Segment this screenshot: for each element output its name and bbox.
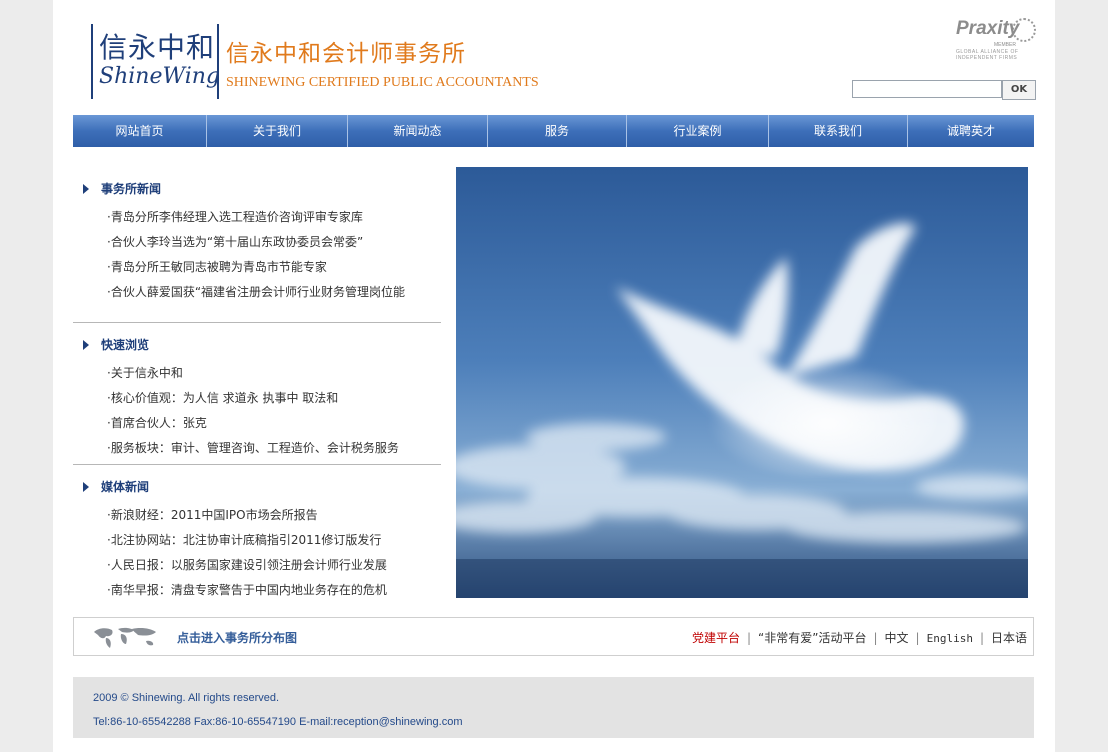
media-item[interactable]: ·北注协网站：北注协审计底稿指引2011修订版发行 [107,531,381,548]
section-news-title: 事务所新闻 [101,182,162,196]
nav-item-services[interactable]: 服务 [488,115,627,147]
news-item[interactable]: ·合伙人薛爱国获“福建省注册会计师行业财务管理岗位能 [107,283,405,300]
section-media-heading[interactable]: 媒体新闻 [83,478,149,495]
quick-item[interactable]: ·服务板块：审计、管理咨询、工程造价、会计税务服务 [107,439,399,456]
footer-contact: Tel:86-10-65542288 Fax:86-10-65547190 E-… [93,716,463,728]
section-quick-heading[interactable]: 快速浏览 [83,336,149,353]
firm-name-english: SHINEWING CERTIFIED PUBLIC ACCOUNTANTS [226,75,539,90]
praxity-member: MEMBER [994,42,1016,48]
nav-item-home[interactable]: 网站首页 [73,115,207,147]
praxity-name: Praxity [956,18,1020,39]
lang-english-link[interactable]: English [927,632,973,645]
separator: | [979,631,984,645]
praxity-tagline: GLOBAL ALLIANCE OF INDEPENDENT FIRMS [956,49,1018,61]
news-item[interactable]: ·青岛分所王敏同志被聘为青岛市节能专家 [107,258,327,275]
separator: | [915,631,920,645]
map-bar: 点击进入事务所分布图 党建平台 | “非常有爱”活动平台 | 中文 | English | 日本… [73,617,1034,656]
lang-japanese-link[interactable]: 日本语 [991,631,1027,645]
arrow-right-icon [83,184,89,194]
nav-item-news[interactable]: 新闻动态 [348,115,488,147]
nav-item-careers[interactable]: 诚聘英才 [908,115,1034,147]
shinewing-logo[interactable]: 信永中和 ShineWing [91,24,220,99]
media-item[interactable]: ·新浪财经：2011中国IPO市场会所报告 [107,506,318,523]
party-platform-link[interactable]: 党建平台 [692,631,740,645]
branch-map-link[interactable]: 点击进入事务所分布图 [177,629,297,646]
section-media-title: 媒体新闻 [101,480,150,494]
lang-chinese-link[interactable]: 中文 [885,631,909,645]
sky-bird-cloud-photo [456,167,1028,598]
media-item[interactable]: ·人民日报：以服务国家建设引领注册会计师行业发展 [107,556,387,573]
arrow-right-icon [83,482,89,492]
arrow-right-icon [83,340,89,350]
footer: 2009 © Shinewing. All rights reserved. T… [73,677,1034,738]
divider [73,322,441,323]
news-item[interactable]: ·合伙人李玲当选为“第十届山东政协委员会常委” [107,233,363,250]
quick-item[interactable]: ·核心价值观：为人信 求道永 执事中 取法和 [107,389,338,406]
praxity-logo[interactable]: Praxity MEMBER GLOBAL ALLIANCE OF INDEPE… [950,18,1036,64]
media-item[interactable]: ·南华早报：清盘专家警告于中国内地业务存在的危机 [107,581,387,598]
platform-links: 党建平台 | “非常有爱”活动平台 | 中文 | English | 日本语 [692,629,1027,646]
world-map-icon[interactable] [92,624,158,650]
nav-item-cases[interactable]: 行业案例 [627,115,769,147]
section-news-heading[interactable]: 事务所新闻 [83,180,161,197]
praxity-tagline-2: INDEPENDENT FIRMS [956,55,1018,61]
quick-item[interactable]: ·关于信永中和 [107,364,183,381]
quick-item[interactable]: ·首席合伙人：张克 [107,414,207,431]
nav-item-contact[interactable]: 联系我们 [769,115,908,147]
section-quick-title: 快速浏览 [101,338,150,352]
separator: | [746,631,752,645]
logo-english-text: ShineWing [99,64,220,89]
logo-chinese-text: 信永中和 [99,31,216,64]
separator: | [873,631,878,645]
nav-item-about[interactable]: 关于我们 [207,115,348,147]
activity-platform-link[interactable]: “非常有爱”活动平台 [758,631,866,645]
search-ok-button[interactable]: OK [1002,80,1036,100]
page: 信永中和 ShineWing 信永中和会计师事务所 SHINEWING CERT… [53,0,1055,752]
news-item[interactable]: ·青岛分所李伟经理入选工程造价咨询评审专家库 [107,208,363,225]
main-nav: 网站首页 关于我们 新闻动态 服务 行业案例 联系我们 诚聘英才 [73,115,1034,147]
search-input[interactable] [852,80,1002,98]
firm-name-chinese: 信永中和会计师事务所 [226,41,466,67]
footer-copyright: 2009 © Shinewing. All rights reserved. [93,692,280,704]
divider [73,464,441,465]
